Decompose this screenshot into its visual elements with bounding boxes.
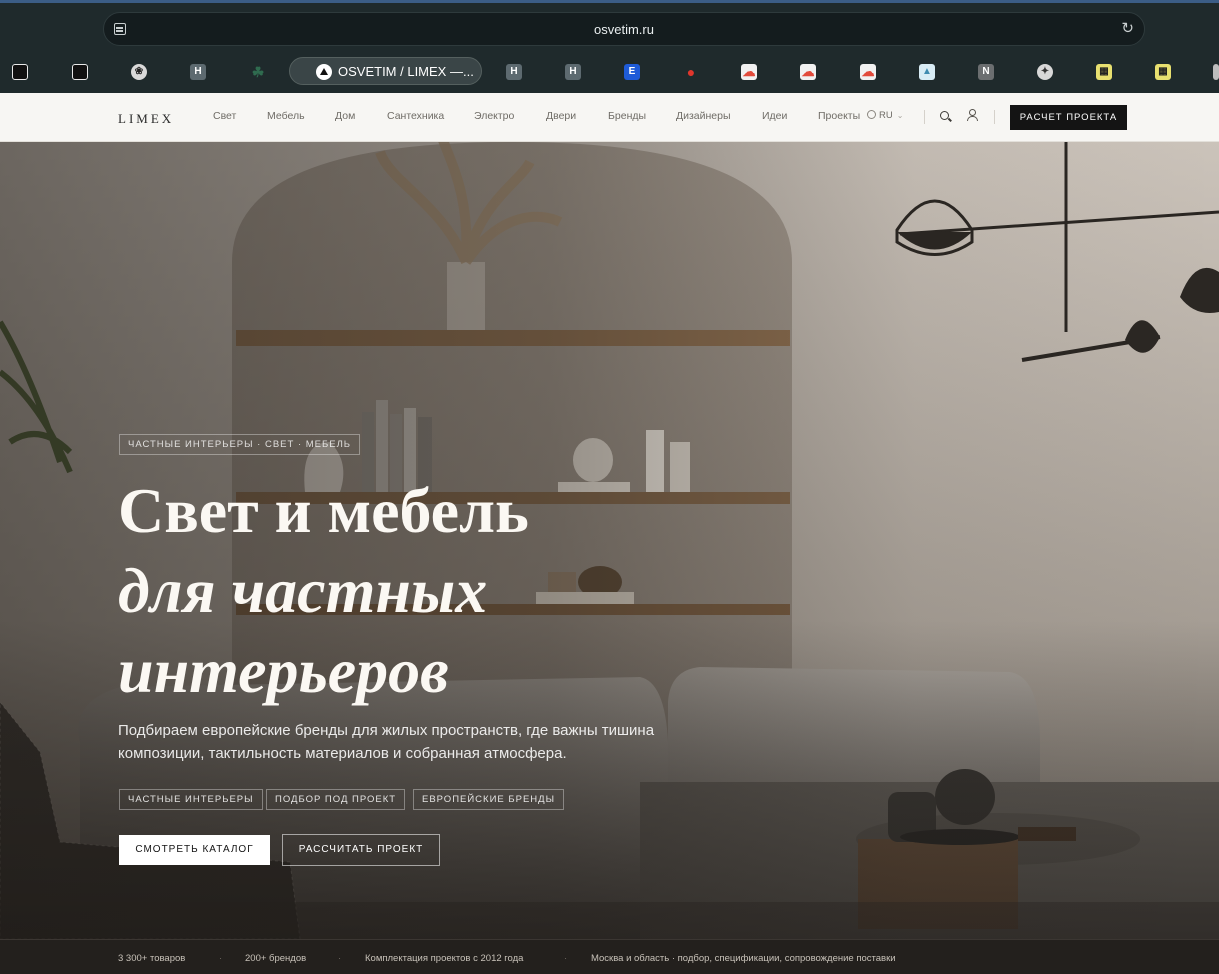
- tab-openai-icon[interactable]: ❀: [131, 64, 147, 80]
- stat-brands: 200+ брендов: [245, 953, 307, 964]
- address-url[interactable]: osvetim.ru: [104, 22, 1144, 37]
- tab-cloud-icon[interactable]: ☁: [800, 64, 816, 80]
- user-icon[interactable]: [967, 109, 978, 121]
- tab-landscape-icon[interactable]: ▲: [919, 64, 935, 80]
- stat-separator: ·: [338, 953, 342, 964]
- tab-cloud-icon[interactable]: ☁: [860, 64, 876, 80]
- language-switcher[interactable]: RU ⌄: [867, 110, 903, 121]
- hero-headline-line-1: Свет и мебель: [118, 475, 529, 546]
- stat-region: Москва и область · подбор, спецификации,…: [591, 953, 896, 964]
- nav-item-brendy[interactable]: Бренды: [608, 110, 646, 122]
- window-top-edge: [0, 0, 1219, 3]
- nav-item-dom[interactable]: Дом: [335, 110, 355, 122]
- stat-since: Комплектация проектов с 2012 года: [365, 953, 524, 964]
- hero-section: ЧАСТНЫЕ ИНТЕРЬЕРЫ · СВЕТ · МЕБЕЛЬ Свет и…: [0, 142, 1219, 939]
- reload-icon[interactable]: ↻: [1121, 21, 1134, 37]
- site-header: LIMEX Свет Мебель Дом Сантехника Электро…: [0, 93, 1219, 142]
- hero-eyebrow: ЧАСТНЫЕ ИНТЕРЬЕРЫ · СВЕТ · МЕБЕЛЬ: [119, 434, 361, 455]
- tab-h-letter-icon[interactable]: H: [190, 64, 206, 80]
- hero-lead-text: Подбираем европейские бренды для жилых п…: [118, 722, 655, 762]
- tab-bar: ❀ H ☘ OSVETIM / LIMEX —... H H E ● ☁ ☁ ☁…: [0, 56, 1219, 86]
- tag-private-interiors: ЧАСТНЫЕ ИНТЕРЬЕРЫ: [119, 789, 263, 810]
- tag-project-selection: ПОДБОР ПОД ПРОЕКТ: [266, 789, 406, 810]
- nav-item-svet[interactable]: Свет: [213, 110, 236, 122]
- project-estimate-button[interactable]: РАСЧЕТ ПРОЕКТА: [1010, 105, 1127, 130]
- address-bar[interactable]: osvetim.ru ↻: [103, 12, 1145, 46]
- view-catalog-button[interactable]: СМОТРЕТЬ КАТАЛОГ: [119, 835, 270, 865]
- site-logo[interactable]: LIMEX: [118, 111, 174, 127]
- tab-h-letter-icon[interactable]: H: [565, 64, 581, 80]
- tab-grid-icon[interactable]: ▦: [1155, 64, 1171, 80]
- stat-separator: ·: [564, 953, 568, 964]
- nav-divider: [924, 110, 925, 124]
- globe-icon: [867, 110, 876, 119]
- tab-grid-icon[interactable]: ▦: [1096, 64, 1112, 80]
- tab-e-letter-icon[interactable]: E: [624, 64, 640, 80]
- tab-share-icon[interactable]: [12, 64, 28, 80]
- tab-active[interactable]: OSVETIM / LIMEX —...: [289, 57, 482, 85]
- tab-leaf-icon[interactable]: ☘: [250, 64, 266, 80]
- nav-item-mebel[interactable]: Мебель: [267, 110, 305, 122]
- nav-item-proekty[interactable]: Проекты: [818, 110, 860, 122]
- tab-active-favicon-icon: [316, 64, 332, 80]
- nav-item-santehnika[interactable]: Сантехника: [387, 110, 444, 122]
- tab-crest-icon[interactable]: ✦: [1037, 64, 1053, 80]
- tab-overflow-indicator[interactable]: [1213, 64, 1219, 80]
- search-icon[interactable]: [940, 111, 949, 120]
- nav-item-dveri[interactable]: Двери: [546, 110, 576, 122]
- calculate-project-button[interactable]: РАССЧИТАТЬ ПРОЕКТ: [282, 834, 440, 866]
- tab-share-icon[interactable]: [72, 64, 88, 80]
- chevron-down-icon: ⌄: [896, 111, 904, 120]
- nav-item-elektro[interactable]: Электро: [474, 110, 514, 122]
- hero-headline-line-2: для частных: [118, 555, 488, 626]
- tab-map-pin-icon[interactable]: ●: [683, 64, 699, 80]
- stats-bar: 3 300+ товаров · 200+ брендов · Комплект…: [0, 939, 1219, 974]
- stat-separator: ·: [219, 953, 223, 964]
- tab-cloud-icon[interactable]: ☁: [741, 64, 757, 80]
- tag-european-brands: ЕВРОПЕЙСКИЕ БРЕНДЫ: [413, 789, 564, 810]
- stat-products: 3 300+ товаров: [118, 953, 186, 964]
- nav-divider: [994, 110, 995, 124]
- tab-n-letter-icon[interactable]: N: [978, 64, 994, 80]
- tab-h-letter-icon[interactable]: H: [506, 64, 522, 80]
- nav-item-idei[interactable]: Идеи: [762, 110, 787, 122]
- language-code: RU: [879, 110, 893, 121]
- hero-headline-line-3: интерьеров: [118, 635, 449, 706]
- browser-chrome: osvetim.ru ↻ ❀ H ☘ OSVETIM / LIMEX —... …: [0, 0, 1219, 93]
- tab-active-title[interactable]: OSVETIM / LIMEX —...: [338, 64, 474, 79]
- nav-item-dizaynery[interactable]: Дизайнеры: [676, 110, 731, 122]
